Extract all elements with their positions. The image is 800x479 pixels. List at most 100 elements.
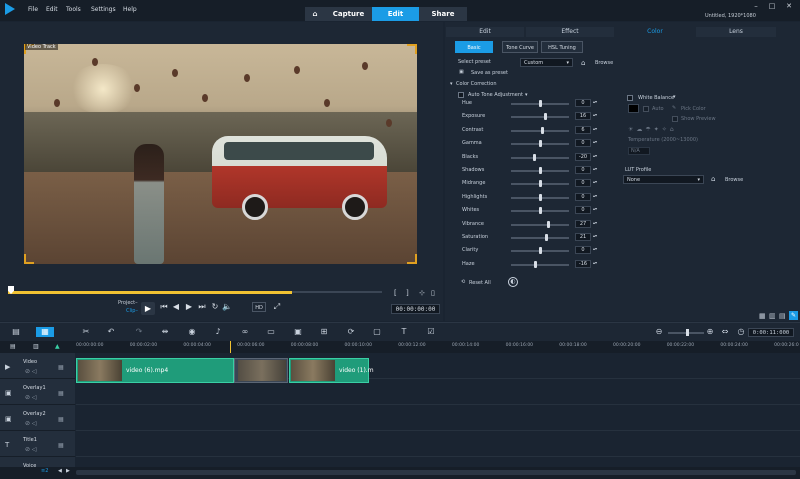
mask-icon[interactable]: ⟳ — [345, 327, 357, 337]
timecode-display[interactable]: 00:00:00:00 — [391, 304, 440, 314]
next-frame-icon[interactable]: ▶ — [184, 302, 194, 312]
track-lane[interactable] — [76, 431, 800, 457]
menu-settings[interactable]: Settings — [91, 6, 116, 13]
tab-share[interactable]: Share — [419, 7, 467, 21]
zoom-out-icon[interactable]: ⊖ — [653, 327, 665, 337]
slider-value-field[interactable]: 21 — [575, 233, 591, 241]
spinner-icon[interactable]: ▴▾ — [593, 166, 597, 171]
scrollbar-thumb[interactable] — [76, 470, 796, 475]
menu-help[interactable]: Help — [123, 6, 137, 13]
tab-effect[interactable]: Effect — [526, 27, 614, 37]
spinner-icon[interactable]: ▴▾ — [593, 139, 597, 144]
crop-corner[interactable] — [407, 254, 417, 264]
home-start-icon[interactable]: ⏮ — [159, 302, 169, 312]
prev-frame-icon[interactable]: ◀ — [171, 302, 181, 312]
timeline-view-icon[interactable]: ▦ — [36, 327, 54, 337]
slider-track[interactable] — [511, 116, 569, 119]
slider-track[interactable] — [511, 263, 569, 266]
lighting-preset-icons[interactable]: ☀☁☂✦✧⌂ — [628, 126, 677, 133]
color-wheel-icon[interactable]: ◐ — [508, 277, 518, 287]
project-mode-label[interactable]: Project– — [118, 300, 138, 306]
subtitle-icon[interactable]: ▭ — [265, 327, 277, 337]
tab-capture[interactable]: Capture — [325, 7, 372, 21]
slider-value-field[interactable]: 0 — [575, 166, 591, 174]
slider-value-field[interactable]: 0 — [575, 99, 591, 107]
slider-knob[interactable] — [539, 167, 542, 174]
track-grid-icon[interactable]: ▦ — [58, 364, 64, 371]
show-preview-checkbox[interactable] — [672, 116, 678, 122]
slider-track[interactable] — [511, 156, 569, 159]
spinner-icon[interactable]: ▴▾ — [593, 193, 597, 198]
redo-icon[interactable]: ↷ — [133, 327, 145, 337]
minimize-icon[interactable]: – — [750, 1, 762, 11]
slider-value-field[interactable]: 16 — [575, 112, 591, 121]
hsl-tuning-button[interactable]: HSL Tuning — [541, 41, 583, 53]
folder-icon[interactable]: ⌂ — [581, 59, 585, 67]
spinner-icon[interactable]: ▴▾ — [593, 246, 597, 251]
lut-dropdown[interactable]: None ▾ — [623, 175, 704, 184]
spinner-icon[interactable]: ▴▾ — [593, 126, 597, 131]
zoom-in-icon[interactable]: ⊕ — [704, 327, 716, 337]
track-controls-icon[interactable]: ⊘ ◁ — [25, 394, 37, 401]
menu-edit[interactable]: Edit — [46, 6, 58, 13]
save-icon[interactable]: ▣ — [459, 69, 464, 75]
chevron-down-icon[interactable]: ▾ — [673, 94, 676, 100]
crop-icon[interactable]: ▯ — [431, 289, 435, 297]
slider-value-field[interactable]: 0 — [575, 192, 591, 201]
browse-preset-link[interactable]: Browse — [595, 60, 613, 66]
stop-motion-icon[interactable]: ▢ — [371, 327, 383, 337]
maximize-icon[interactable]: □ — [766, 1, 778, 11]
save-as-preset-link[interactable]: Save as preset — [471, 70, 508, 76]
record-icon[interactable]: ◉ — [186, 327, 198, 337]
temperature-field[interactable]: N/A — [628, 147, 650, 155]
storyboard-view-icon[interactable]: ▤ — [10, 327, 22, 337]
tab-edit-options[interactable]: Edit — [446, 27, 524, 37]
slider-track[interactable] — [511, 223, 569, 226]
multicam-icon[interactable]: ▣ — [292, 327, 304, 337]
slider-value-field[interactable]: 0 — [575, 179, 591, 188]
mark-out-icon[interactable]: ] — [406, 289, 409, 297]
video-preview[interactable] — [24, 44, 417, 264]
spinner-icon[interactable]: ▴▾ — [593, 112, 597, 117]
slider-value-field[interactable]: 0 — [575, 206, 591, 215]
tools-icon[interactable]: ✂ — [80, 327, 92, 337]
track-lane[interactable] — [76, 405, 800, 431]
end-icon[interactable]: ⏭ — [197, 302, 207, 312]
tab-edit[interactable]: Edit — [372, 7, 419, 21]
color-swatch[interactable] — [628, 104, 639, 113]
track-grid-icon[interactable]: ▦ — [58, 390, 64, 397]
spinner-icon[interactable]: ▴▾ — [593, 153, 597, 158]
scrubber[interactable] — [8, 286, 440, 299]
resize-icon[interactable]: ⤢ — [272, 302, 282, 312]
repeat-icon[interactable]: ↻ — [210, 302, 220, 312]
tab-color[interactable]: Color — [616, 27, 694, 37]
crop-corner[interactable] — [407, 44, 417, 54]
white-balance-checkbox[interactable] — [627, 95, 633, 101]
slider-knob[interactable] — [540, 126, 544, 134]
spinner-icon[interactable]: ▴▾ — [593, 260, 597, 265]
slider-value-field[interactable]: 0 — [575, 246, 591, 255]
fit-project-icon[interactable]: ⇔ — [719, 327, 731, 337]
track-controls-icon[interactable]: ⊘ ◁ — [25, 446, 37, 453]
basic-button[interactable]: Basic — [455, 41, 493, 53]
slider-knob[interactable] — [539, 193, 542, 201]
slider-knob[interactable] — [539, 247, 542, 255]
zoom-slider-knob[interactable] — [686, 329, 689, 336]
eyedropper-icon[interactable]: ✎ — [672, 105, 676, 111]
chapter-icon[interactable]: ▥ — [33, 343, 39, 350]
scroll-right-icon[interactable]: ▶ — [66, 468, 70, 474]
auto-tone-checkbox[interactable] — [458, 92, 464, 98]
fit-icon[interactable]: ⇹ — [159, 327, 171, 337]
title-icon[interactable]: T — [398, 327, 410, 337]
checklist-icon[interactable]: ☑ — [425, 327, 437, 337]
slider-value-field[interactable]: 6 — [575, 125, 591, 134]
pick-color-label[interactable]: Pick Color — [681, 106, 706, 112]
slider-knob[interactable] — [539, 140, 542, 148]
ripple-icon[interactable]: ▲ — [55, 343, 60, 350]
track-controls-icon[interactable]: ⊘ ◁ — [25, 368, 37, 375]
project-duration[interactable]: 0:00:11:000 — [748, 328, 794, 337]
slider-knob[interactable] — [533, 153, 537, 161]
track-grid-icon[interactable]: ▦ — [58, 442, 64, 449]
spinner-icon[interactable]: ▴▾ — [593, 206, 597, 211]
pin-icon[interactable]: ✎ — [789, 311, 798, 320]
